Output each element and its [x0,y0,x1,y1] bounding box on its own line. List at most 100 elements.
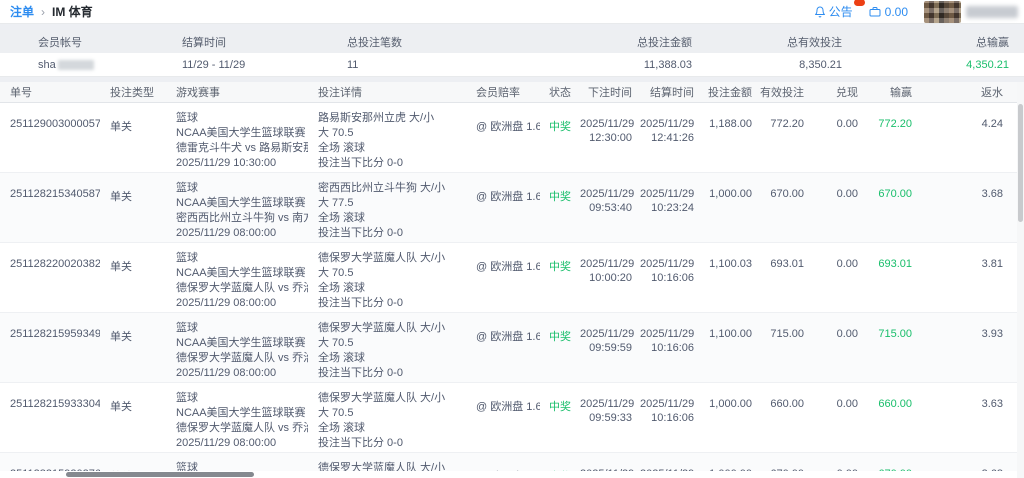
member-odds: @ 欧洲盘 1.66 [466,382,540,453]
announcement-label: 公告 [828,5,853,19]
event-teams: 德保罗大学蓝魔人队 vs 乔治亚理工大黄蜂 [176,421,308,434]
detail-period: 全场 滚球 [318,421,366,434]
detail-line: 大 70.5 [318,126,354,139]
detail-line: 大 70.5 [318,336,354,349]
order-number: 2511282159593493 [0,312,100,383]
total-bet-amount: 11,388.03 [643,58,692,71]
col-odds: 会员赔率 [466,82,540,103]
bet-table: 单号 投注类型 游戏赛事 投注详情 会员赔率 状态 下注时间 结算时间 投注金额… [0,82,1017,478]
member-account: sha [0,59,160,71]
bet-table-body: 2511290030000578 单关 篮球 NCAA美国大学生篮球联赛 德雷克… [0,102,1017,478]
event-league: NCAA美国大学生篮球联赛 [176,336,306,349]
event-sport: 篮球 [176,391,198,404]
settle-time-clock: 10:23:24 [651,201,694,214]
bet-time: 2025/11/29 09:53:40 [580,172,640,243]
bet-time: 2025/11/29 09:59:59 [580,312,640,383]
win-loss: 660.00 [866,382,920,453]
total-valid-bet: 8,350.21 [799,58,842,71]
announcement-button[interactable]: 公告 [814,0,866,20]
cash-out: 0.00 [812,242,866,313]
wallet-balance: 0.00 [884,4,908,19]
event-time: 2025/11/29 10:30:00 [176,156,277,169]
event-cell: 篮球 NCAA美国大学生篮球联赛 德雷克斗牛犬 vs 路易斯安那州立虎 2025… [166,102,308,173]
event-teams: 德保罗大学蓝魔人队 vs 乔治亚理工大黄蜂 [176,351,308,364]
detail-cell: 路易斯安那州立虎 大/小 大 70.5 全场 滚球 投注当下比分 0-0 [308,102,466,173]
status-cell: 中奖 [540,102,580,173]
col-valid-bet: 有效投注 [760,82,812,103]
rebate: 3.81 [920,242,1017,313]
bet-table-panel: 单号 投注类型 游戏赛事 投注详情 会员赔率 状态 下注时间 结算时间 投注金额… [0,82,1024,478]
event-cell: 篮球 NCAA美国大学生篮球联赛 德保罗大学蓝魔人队 vs 乔治亚理工大黄蜂 2… [166,242,308,313]
status-cell: 中奖 [540,382,580,453]
detail-period: 全场 滚球 [318,211,366,224]
bet-type: 单关 [100,172,166,243]
user-menu[interactable] [924,0,1018,23]
bet-time-clock: 12:30:00 [589,131,632,144]
breadcrumb-current: IM 体育 [52,5,93,19]
detail-selection: 密西西比州立斗牛狗 大/小 [318,181,446,194]
event-league: NCAA美国大学生篮球联赛 [176,126,306,139]
summary-header-win-loss: 总输赢 [976,36,1009,49]
topbar: 注单 › IM 体育 公告 0.00 [0,0,1024,24]
detail-cell: 德保罗大学蓝魔人队 大/小 大 70.5 全场 滚球 投注当下比分 0-0 [308,242,466,313]
valid-amount: 670.00 [760,172,812,243]
horizontal-scrollbar-thumb[interactable] [66,472,254,477]
detail-line: 大 70.5 [318,406,354,419]
col-order-no: 单号 [0,82,100,103]
rebate: 4.24 [920,102,1017,173]
col-rebate: 返水 [920,82,1017,103]
settle-time-clock: 10:16:06 [651,271,694,284]
col-bet-amount: 投注金额 [702,82,760,103]
avatar [924,0,961,23]
col-detail: 投注详情 [308,82,466,103]
bet-type: 单关 [100,312,166,383]
vertical-scrollbar[interactable] [1017,82,1024,478]
event-cell: 篮球 NCAA美国大学生篮球联赛 密西西比州立斗牛狗 vs 南方卫理公会野马 2… [166,172,308,243]
event-sport: 篮球 [176,181,198,194]
bet-time: 2025/11/29 10:00:20 [580,242,640,313]
username-blurred [966,5,1018,18]
settle-time-clock: 12:41:26 [651,131,694,144]
settle-time: 2025/11/29 10:16:06 [640,312,702,383]
cash-out: 0.00 [812,172,866,243]
notification-badge [852,0,866,7]
bell-icon [814,6,825,17]
order-number: 2511282200203827 [0,242,100,313]
summary-value-row: sha 11/29 - 11/29 11 11,388.03 8,350.21 … [0,53,1024,77]
bet-time-clock: 09:53:40 [589,201,632,214]
settle-time: 2025/11/29 10:23:24 [640,172,702,243]
breadcrumb-root-link[interactable]: 注单 [10,3,34,20]
vertical-scrollbar-thumb[interactable] [1018,104,1023,222]
settle-time-date: 2025/11/29 [640,397,695,410]
status-badge: 中奖 [549,190,571,203]
detail-cell: 德保罗大学蓝魔人队 大/小 大 70.5 全场 滚球 投注当下比分 0-0 [308,312,466,383]
summary-header-total-amount: 总投注金额 [637,36,692,49]
detail-score: 投注当下比分 0-0 [318,366,403,379]
total-bet-count: 11 [347,58,359,71]
event-teams: 密西西比州立斗牛狗 vs 南方卫理公会野马 [176,211,308,224]
settle-range: 11/29 - 11/29 [182,58,246,71]
col-settle-time: 结算时间 [640,82,702,103]
member-odds: @ 欧洲盘 1.63 [466,242,540,313]
summary-header-settle-time: 结算时间 [182,36,226,49]
order-number: 2511282153405877 [0,172,100,243]
detail-line: 大 70.5 [318,266,354,279]
rebate: 3.63 [920,382,1017,453]
bet-amount: 1,000.00 [702,382,760,453]
win-loss: 693.01 [866,242,920,313]
bet-time-date: 2025/11/29 [580,397,635,410]
horizontal-scrollbar[interactable] [0,471,1017,478]
col-win-loss: 输赢 [866,82,920,103]
col-event: 游戏赛事 [166,82,308,103]
bet-amount: 1,100.00 [702,312,760,383]
wallet-button[interactable]: 0.00 [869,5,908,19]
member-odds: @ 欧洲盘 1.65 [466,312,540,383]
detail-cell: 密西西比州立斗牛狗 大/小 大 77.5 全场 滚球 投注当下比分 0-0 [308,172,466,243]
bet-type: 单关 [100,382,166,453]
settle-time: 2025/11/29 10:16:06 [640,242,702,313]
settle-time-date: 2025/11/29 [640,117,695,130]
event-time: 2025/11/29 08:00:00 [176,436,277,449]
detail-period: 全场 滚球 [318,351,366,364]
event-cell: 篮球 NCAA美国大学生篮球联赛 德保罗大学蓝魔人队 vs 乔治亚理工大黄蜂 2… [166,312,308,383]
event-league: NCAA美国大学生篮球联赛 [176,266,306,279]
